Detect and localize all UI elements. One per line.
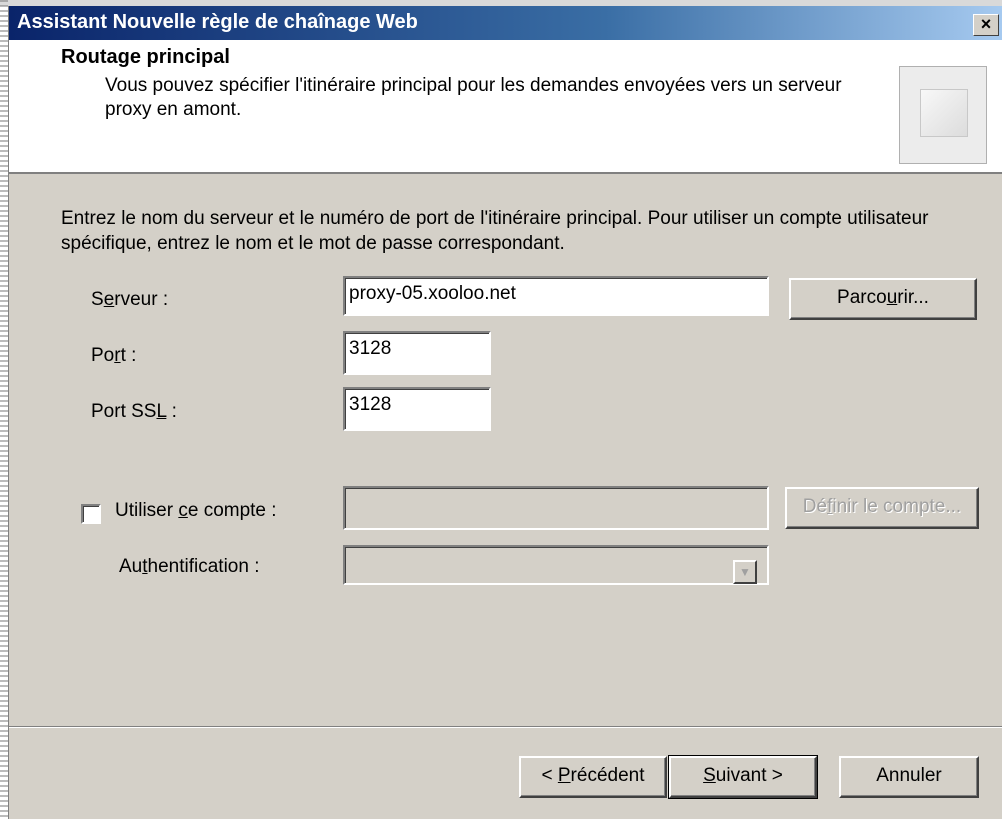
port-ssl-input[interactable]: 3128 (343, 387, 491, 431)
server-input[interactable]: proxy-05.xooloo.net (343, 276, 769, 316)
wizard-header: Routage principal Vous pouvez spécifier … (9, 40, 1002, 174)
wizard-logo-icon (920, 89, 968, 137)
window-title: Assistant Nouvelle règle de chaînage Web (17, 11, 418, 33)
authentication-label: Authentification : (119, 556, 260, 577)
define-account-button[interactable]: Définir le compte... (785, 487, 979, 529)
use-account-checkbox[interactable] (81, 504, 101, 524)
account-input[interactable] (343, 486, 769, 530)
browse-button[interactable]: Parcourir... (789, 278, 977, 320)
page-description: Vous pouvez spécifier l'itinéraire princ… (105, 75, 842, 120)
wizard-dialog: Assistant Nouvelle règle de chaînage Web… (8, 6, 1002, 819)
close-icon: × (980, 14, 992, 34)
desktop-edge (0, 0, 8, 819)
page-title: Routage principal (61, 46, 230, 68)
title-bar[interactable]: Assistant Nouvelle règle de chaînage Web… (9, 6, 1002, 40)
server-label: Serveur : (91, 289, 169, 310)
port-ssl-label: Port SSL : (91, 401, 177, 422)
footer-divider (9, 726, 1002, 728)
wizard-logo (899, 66, 987, 164)
port-input[interactable]: 3128 (343, 331, 491, 375)
close-button[interactable]: × (973, 14, 999, 36)
chevron-down-icon[interactable]: ▼ (733, 560, 757, 584)
authentication-select[interactable] (343, 545, 769, 585)
use-account-label[interactable]: Utiliser ce compte : (115, 500, 277, 522)
back-button[interactable]: < Précédent (519, 756, 667, 798)
cancel-button[interactable]: Annuler (839, 756, 979, 798)
instructions-text: Entrez le nom du serveur et le numéro de… (61, 208, 929, 254)
next-button[interactable]: Suivant > (668, 755, 818, 799)
port-label: Port : (91, 345, 137, 366)
